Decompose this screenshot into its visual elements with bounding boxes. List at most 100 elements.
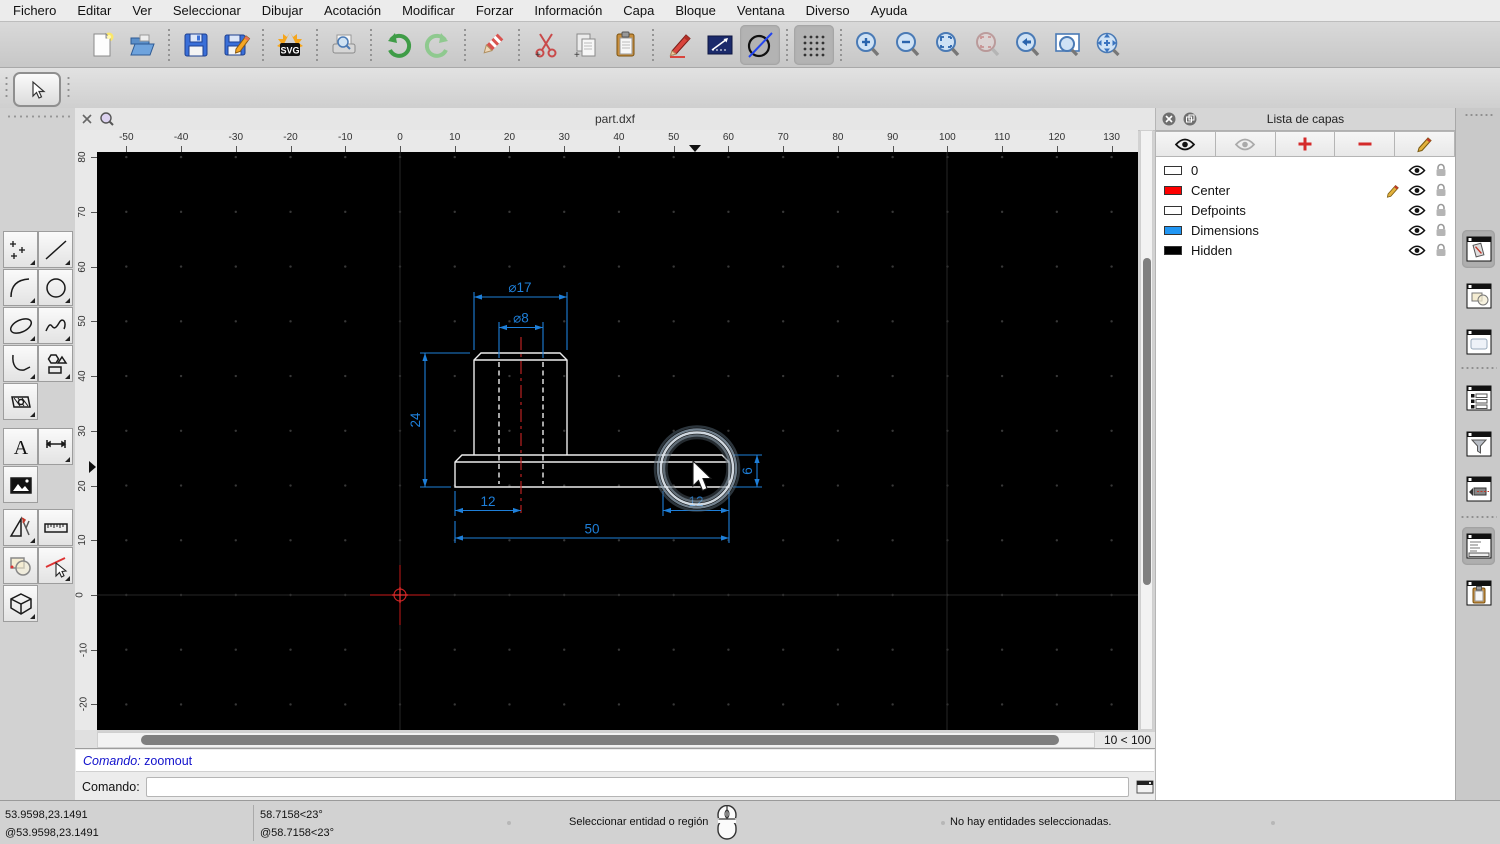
select-entity-tool-button[interactable] [38, 547, 73, 584]
layer-row[interactable]: Hidden [1156, 240, 1455, 260]
print-preview-button[interactable] [324, 25, 364, 65]
menu-información[interactable]: Información [534, 3, 602, 18]
menu-acotación[interactable]: Acotación [324, 3, 381, 18]
spline-tool-button[interactable] [38, 307, 73, 344]
distance-point-button[interactable] [700, 25, 740, 65]
zoom-selection-button[interactable] [968, 25, 1008, 65]
add-layer-button[interactable] [1275, 131, 1336, 157]
edit-layer-button[interactable] [1395, 131, 1455, 157]
horizontal-scrollbar-thumb[interactable] [141, 735, 1059, 745]
menu-modificar[interactable]: Modificar [402, 3, 455, 18]
zoom-out-button[interactable] [888, 25, 928, 65]
filter-dock-icon[interactable] [1462, 425, 1495, 463]
polyline-tool-button[interactable] [3, 345, 38, 382]
float-panel-icon[interactable] [1183, 112, 1197, 126]
library-browser-dock-icon[interactable] [1462, 323, 1495, 361]
ellipse-tool-button[interactable] [3, 307, 38, 344]
selection-tool-button[interactable] [13, 72, 61, 107]
view-projection-dock-icon[interactable] [1462, 470, 1495, 508]
horizontal-scrollbar[interactable] [97, 732, 1095, 748]
layer-visibility-icon[interactable] [1407, 245, 1427, 256]
layer-row[interactable]: Center [1156, 180, 1455, 200]
layer-list-dock-icon[interactable] [1462, 230, 1495, 268]
toolbar-drag-handle[interactable] [66, 75, 71, 101]
grid-toggle-button[interactable] [794, 24, 834, 65]
block-list-dock-icon[interactable] [1462, 277, 1495, 315]
solid-3d-tool-button[interactable] [3, 585, 38, 622]
menu-ventana[interactable]: Ventana [737, 3, 785, 18]
clipboard-dock-icon[interactable] [1462, 574, 1495, 612]
zoom-previous-button[interactable] [1008, 25, 1048, 65]
menu-dibujar[interactable]: Dibujar [262, 3, 303, 18]
vertical-scrollbar[interactable] [1140, 130, 1153, 730]
show-all-layers-button[interactable] [1156, 131, 1216, 157]
layer-lock-icon[interactable] [1431, 203, 1451, 217]
layer-lock-icon[interactable] [1431, 243, 1451, 257]
zoom-auto-button[interactable] [928, 25, 968, 65]
layer-visibility-icon[interactable] [1407, 225, 1427, 236]
layer-visibility-icon[interactable] [1407, 185, 1427, 196]
hatch-tool-button[interactable] [3, 383, 38, 420]
layer-lock-icon[interactable] [1431, 183, 1451, 197]
text-tool-button[interactable]: A [3, 428, 38, 465]
points-tool-button[interactable] [3, 231, 38, 268]
dimension-tool-button[interactable] [38, 428, 73, 465]
save-button[interactable] [176, 25, 216, 65]
toolbar-drag-handle[interactable] [4, 75, 9, 101]
zoom-pan-button[interactable] [1088, 25, 1128, 65]
save-as-button[interactable] [216, 25, 256, 65]
menu-fichero[interactable]: Fichero [13, 3, 56, 18]
circle-tool-button[interactable] [38, 269, 73, 306]
copy-button[interactable]: + [566, 25, 606, 65]
menu-ayuda[interactable]: Ayuda [871, 3, 908, 18]
measure-tool-button[interactable] [3, 509, 38, 546]
svg-text:+: + [535, 50, 541, 60]
separator-dot [941, 821, 945, 825]
layer-color-swatch [1164, 225, 1182, 235]
layer-lock-icon[interactable] [1431, 223, 1451, 237]
paste-button[interactable] [606, 25, 646, 65]
menu-ver[interactable]: Ver [132, 3, 152, 18]
panel-drag-handle[interactable] [6, 114, 70, 119]
menu-capa[interactable]: Capa [623, 3, 654, 18]
panel-drag-handle[interactable] [1464, 113, 1494, 117]
new-file-button[interactable] [82, 25, 122, 65]
drawing-canvas[interactable]: ⌀17 ⌀8 24 6 12 12 50 [97, 152, 1138, 730]
arc-tool-button[interactable] [3, 269, 38, 306]
hide-all-layers-button[interactable] [1215, 131, 1276, 157]
delete-entities-button[interactable] [472, 25, 512, 65]
layer-row[interactable]: 0 [1156, 160, 1455, 180]
pen-attributes-button[interactable] [660, 25, 700, 65]
menu-diverso[interactable]: Diverso [806, 3, 850, 18]
open-file-button[interactable] [122, 25, 162, 65]
line-tool-button[interactable] [38, 231, 73, 268]
layer-visibility-icon[interactable] [1407, 165, 1427, 176]
close-panel-icon[interactable] [1162, 112, 1176, 126]
menu-seleccionar[interactable]: Seleccionar [173, 3, 241, 18]
modify-tool-button[interactable] [3, 547, 38, 584]
layer-visibility-icon[interactable] [1407, 205, 1427, 216]
ruler-tool-button[interactable] [38, 509, 73, 546]
cut-button[interactable]: + [526, 25, 566, 65]
polygon-tool-button[interactable] [38, 345, 73, 382]
menu-bloque[interactable]: Bloque [675, 3, 715, 18]
restriction-off-button[interactable] [740, 24, 780, 65]
redo-button[interactable] [418, 25, 458, 65]
layer-row[interactable]: Defpoints [1156, 200, 1455, 220]
undo-button[interactable] [378, 25, 418, 65]
export-svg-button[interactable]: SVG [270, 25, 310, 65]
layer-row[interactable]: Dimensions [1156, 220, 1455, 240]
command-line-dock-icon[interactable] [1462, 527, 1495, 565]
image-tool-button[interactable] [3, 466, 38, 503]
remove-layer-button[interactable] [1335, 131, 1396, 157]
zoom-window-button[interactable] [1048, 25, 1088, 65]
command-input[interactable] [145, 777, 1130, 797]
vertical-scrollbar-thumb[interactable] [1142, 258, 1151, 585]
dim-text-50: 50 [584, 522, 599, 537]
command-window-toggle-button[interactable] [1135, 779, 1155, 795]
menu-forzar[interactable]: Forzar [476, 3, 514, 18]
menu-editar[interactable]: Editar [77, 3, 111, 18]
zoom-in-button[interactable] [848, 25, 888, 65]
entity-list-dock-icon[interactable] [1462, 379, 1495, 417]
layer-lock-icon[interactable] [1431, 163, 1451, 177]
